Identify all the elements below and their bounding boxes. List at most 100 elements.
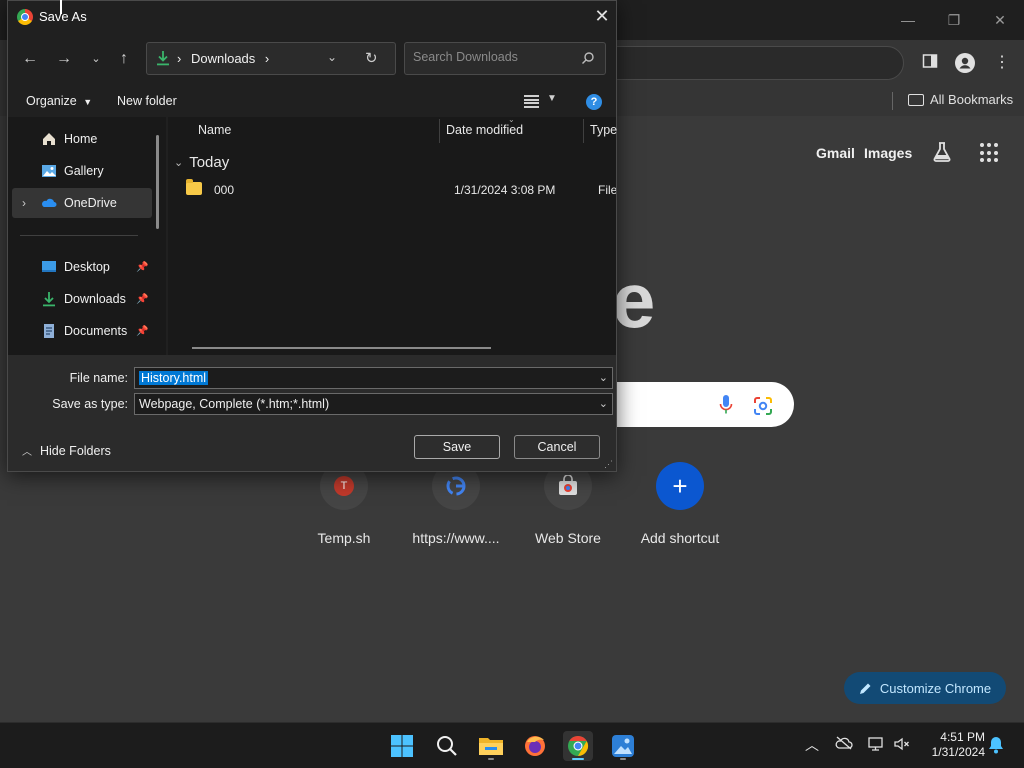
shortcut-label: Web Store (535, 530, 601, 546)
resize-grip-icon[interactable]: ⋰ (604, 459, 613, 470)
navigation-row: ← → ⌄ ↑ › Downloads › ⌄ ↻ (8, 33, 616, 85)
nav-item-label: Desktop (64, 260, 110, 274)
file-name: 000 (214, 183, 235, 197)
notification-bell-icon[interactable] (987, 736, 1005, 754)
search-icon (582, 52, 594, 64)
taskbar: ︿ 4:51 PM 1/31/2024 (0, 722, 1024, 768)
home-icon (43, 133, 55, 145)
chevron-down-icon[interactable]: ⌄ (599, 371, 608, 384)
restore-icon[interactable]: ❐ (944, 10, 964, 30)
up-arrow-icon[interactable]: ↑ (114, 49, 134, 69)
search-input[interactable] (413, 50, 573, 64)
minimize-icon[interactable]: — (898, 10, 918, 30)
nav-item-label: Gallery (64, 164, 104, 178)
pin-icon[interactable]: 📌 (136, 262, 148, 273)
recent-locations-chevron-icon[interactable]: ⌄ (86, 49, 106, 69)
gallery-icon (42, 165, 56, 177)
refresh-icon[interactable]: ↻ (365, 49, 378, 67)
firefox-button[interactable] (520, 731, 550, 761)
voice-search-icon[interactable] (718, 394, 734, 416)
nav-pane-scrollbar[interactable] (156, 135, 159, 229)
shortcut-add[interactable]: + Add shortcut (625, 462, 735, 546)
downloads-icon (157, 51, 169, 66)
nav-item-home[interactable]: Home (12, 124, 152, 154)
nav-item-label: Documents (64, 324, 128, 338)
all-bookmarks-button[interactable]: All Bookmarks (908, 92, 1013, 107)
profile-icon[interactable] (955, 53, 975, 73)
pencil-icon (859, 683, 871, 694)
file-explorer-button[interactable] (476, 731, 506, 761)
save-button[interactable]: Save (414, 435, 500, 459)
file-name-value[interactable]: History.html (139, 371, 209, 385)
photos-button[interactable] (608, 731, 638, 761)
search-box[interactable] (404, 42, 606, 75)
forward-arrow-icon[interactable]: → (54, 49, 74, 69)
column-separator[interactable] (439, 119, 440, 143)
chevron-down-icon[interactable]: ⌄ (599, 397, 608, 410)
labs-flask-icon[interactable] (930, 140, 954, 164)
volume-muted-icon[interactable] (893, 736, 911, 754)
back-arrow-icon[interactable]: ← (20, 49, 40, 69)
network-icon[interactable] (867, 736, 885, 754)
search-icon (437, 736, 457, 756)
file-date: 1/31/2024 3:08 PM (454, 183, 556, 197)
cancel-button[interactable]: Cancel (514, 435, 600, 459)
table-row[interactable]: 000 1/31/2024 3:08 PM File fo (186, 179, 616, 201)
organize-button[interactable]: Organize ▼ (26, 94, 92, 108)
help-icon[interactable]: ? (586, 94, 602, 110)
show-hidden-icons-chevron-icon[interactable]: ︿ (803, 736, 821, 754)
nav-item-onedrive[interactable]: › OneDrive (12, 188, 152, 218)
google-lens-icon[interactable] (753, 396, 773, 416)
chrome-button[interactable] (563, 731, 593, 761)
google-apps-icon[interactable] (980, 143, 1000, 163)
command-bar: Organize ▼ New folder ▼ (8, 85, 616, 117)
new-folder-button[interactable]: New folder (117, 94, 177, 108)
search-taskbar-button[interactable] (432, 731, 462, 761)
group-label: Today (189, 154, 230, 171)
close-window-icon[interactable]: ✕ (990, 10, 1010, 30)
customize-chrome-button[interactable]: Customize Chrome (844, 672, 1006, 704)
organize-label: Organize (26, 94, 77, 108)
pin-icon[interactable]: 📌 (136, 294, 148, 305)
nav-item-downloads[interactable]: Downloads 📌 (12, 284, 152, 314)
gmail-link[interactable]: Gmail (816, 145, 855, 161)
address-dropdown-icon[interactable]: ⌄ (327, 50, 337, 64)
shortcut-tempsh[interactable]: T Temp.sh (289, 462, 399, 546)
expand-chevron-icon[interactable]: › (22, 196, 26, 210)
nav-item-gallery[interactable]: Gallery (12, 156, 152, 186)
menu-kebab-icon[interactable]: ⋮ (992, 53, 1012, 73)
column-separator[interactable] (583, 119, 584, 143)
windows-logo-icon (391, 735, 413, 757)
downloads-icon (43, 292, 55, 307)
nav-item-label: Home (64, 132, 98, 146)
shortcut-webstore[interactable]: Web Store (513, 462, 623, 546)
breadcrumb-downloads[interactable]: Downloads (191, 51, 255, 66)
column-header-type[interactable]: Type (590, 123, 617, 137)
close-icon[interactable]: ✕ (592, 6, 612, 26)
chrome-logo-icon (17, 9, 33, 25)
pin-icon[interactable]: 📌 (136, 326, 148, 337)
file-name-label: File name: (69, 371, 128, 385)
view-dropdown-icon[interactable]: ▼ (547, 93, 557, 104)
view-list-icon[interactable] (524, 95, 539, 108)
shortcut-google[interactable]: https://www.... (401, 462, 511, 546)
group-header-today[interactable]: ⌄ Today (174, 154, 229, 171)
side-panel-icon[interactable] (920, 53, 940, 73)
images-link[interactable]: Images (864, 145, 912, 161)
nav-item-desktop[interactable]: Desktop 📌 (12, 252, 152, 282)
breadcrumb[interactable]: › Downloads › (177, 51, 269, 66)
horizontal-scrollbar[interactable] (192, 347, 491, 349)
nav-separator (20, 235, 138, 236)
nav-item-documents[interactable]: Documents 📌 (12, 316, 152, 346)
onedrive-offline-icon[interactable] (835, 736, 853, 754)
save-type-select[interactable]: Webpage, Complete (*.htm;*.html) ⌄ (134, 393, 613, 415)
address-bar[interactable]: › Downloads › ⌄ ↻ (146, 42, 396, 75)
column-header-name[interactable]: Name (198, 123, 231, 137)
shortcut-label: Add shortcut (640, 530, 720, 546)
plus-icon: + (656, 462, 704, 510)
taskbar-clock[interactable]: 4:51 PM 1/31/2024 (921, 730, 985, 760)
hide-folders-button[interactable]: ︿ Hide Folders (22, 443, 111, 459)
file-name-field[interactable]: History.html ⌄ (134, 367, 613, 389)
column-header-date[interactable]: Date modified (446, 123, 523, 137)
start-button[interactable] (387, 731, 417, 761)
